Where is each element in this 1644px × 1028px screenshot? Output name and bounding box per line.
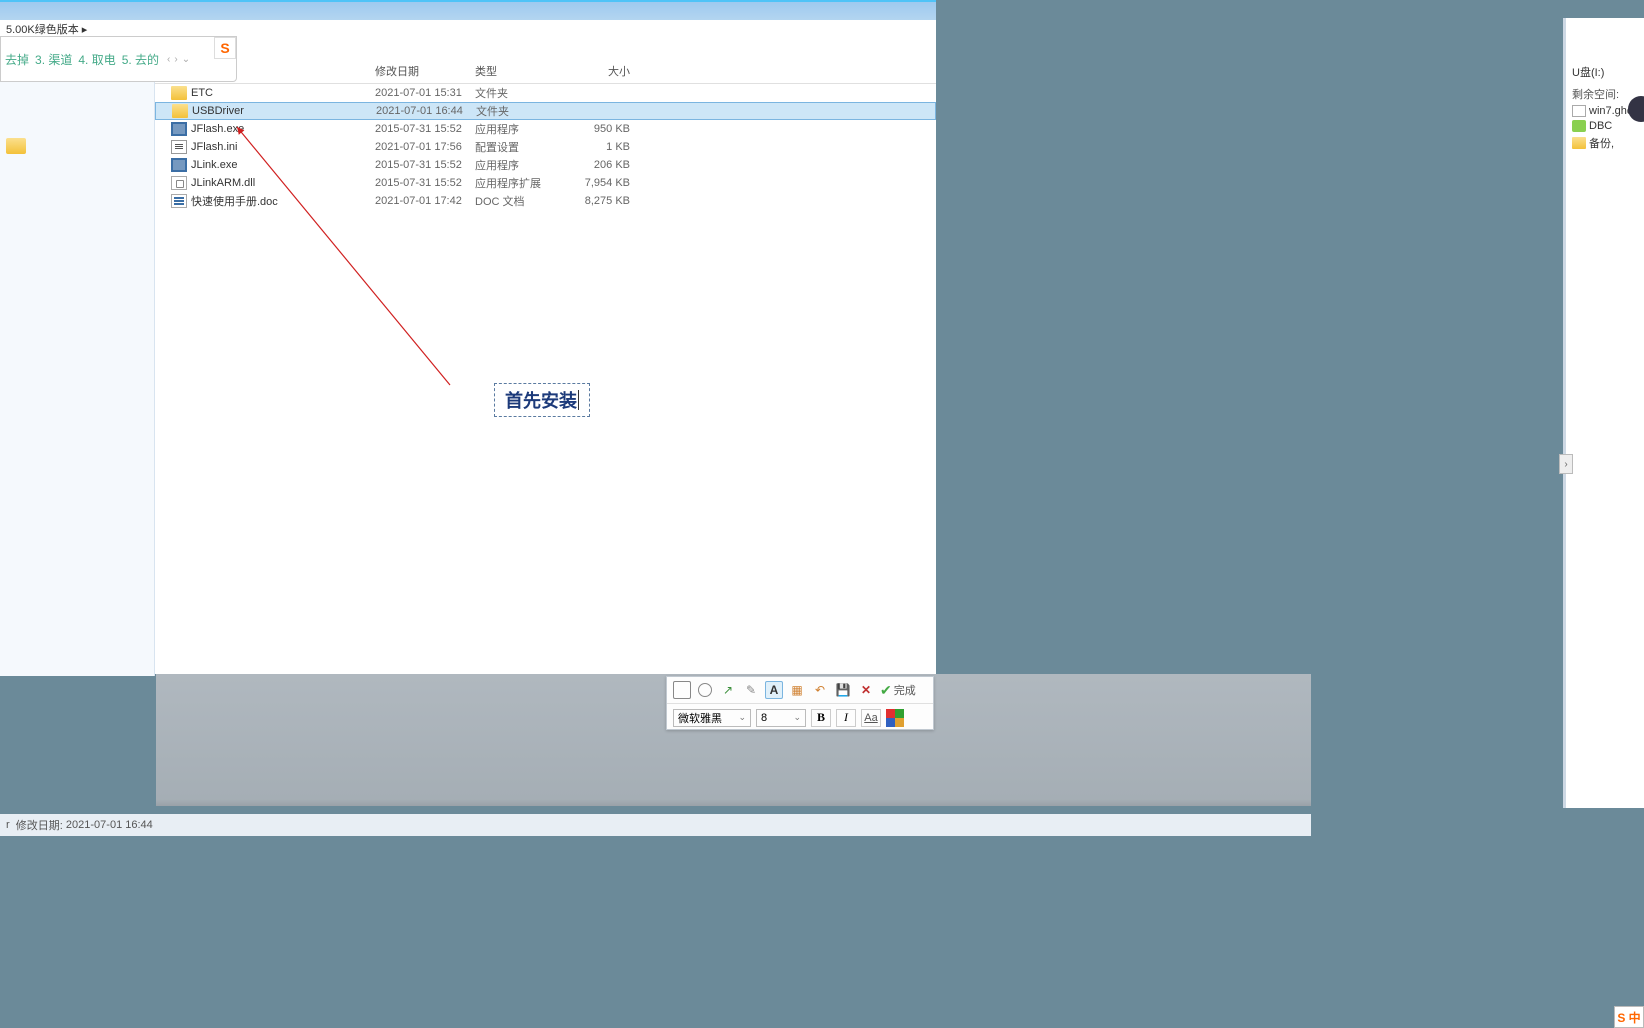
col-date[interactable]: 修改日期 [375,63,475,79]
folder-icon [172,104,188,118]
exe-icon [171,158,187,172]
column-headers[interactable]: 名称 修改日期 类型 大小 [155,38,936,84]
file-row[interactable]: ETC 2021-07-01 15:31文件夹 [155,84,936,102]
ime-float-indicator[interactable]: S 中 [1614,1006,1644,1028]
annotation-text: 首先安装 [505,387,577,413]
nav-pane[interactable] [0,38,155,676]
annotation-text-box[interactable]: 首先安装 [494,383,590,417]
drive-item-label: win7.gho [1589,105,1633,117]
status-date: 2021-07-01 16:44 [66,819,153,831]
file-date: 2021-07-01 16:44 [376,105,476,117]
tool-rect[interactable] [673,681,691,699]
case-button[interactable]: Aa [861,709,881,727]
check-icon: ✔ [880,682,892,699]
drive-item-label: DBC [1589,120,1612,132]
dbc-icon [1572,120,1586,132]
window-title-bar[interactable] [0,2,936,20]
file-date: 2021-07-01 17:42 [375,195,475,207]
ime-candidate-bar[interactable]: 去掉 3. 渠道 4. 取电 5. 去的 ‹ › ⌄ S [0,36,237,82]
bold-button[interactable]: B [811,709,831,727]
file-type: DOC 文档 [475,193,575,209]
italic-button[interactable]: I [836,709,856,727]
file-date: 2015-07-31 15:52 [375,177,475,189]
tool-oval[interactable] [696,681,714,699]
file-type: 应用程序 [475,121,575,137]
explorer-window: 5.00K绿色版本 ▸ 名称 修改日期 类型 大小 ETC 2021-07-01 … [0,0,936,674]
file-name: JFlash.exe [191,123,244,135]
bak-icon [1572,137,1586,149]
screenshot-toolbar: ↗ ✎ A ▦ ↶ 💾 ✕ ✔完成 微软雅黑⌄ 8⌄ B I Aa [666,676,934,730]
drive-item-label: 备份, [1589,135,1614,151]
file-name: 快速使用手册.doc [191,193,278,209]
status-selected: r [6,819,10,831]
ime-candidate[interactable]: 去掉 [5,53,29,67]
file-size: 1 KB [575,141,640,153]
tool-done[interactable]: ✔完成 [880,682,916,699]
drive-title: U盘(I:) [1566,18,1644,80]
file-name: JLinkARM.dll [191,177,255,189]
file-size: 950 KB [575,123,640,135]
dll-icon [171,176,187,190]
file-date: 2015-07-31 15:52 [375,123,475,135]
gho-icon [1572,105,1586,117]
file-row[interactable]: 快速使用手册.doc 2021-07-01 17:42DOC 文档8,275 KB [155,192,936,210]
sogou-icon[interactable]: S [214,37,236,59]
file-type: 应用程序 [475,157,575,173]
file-type: 应用程序扩展 [475,175,575,191]
tool-undo[interactable]: ↶ [811,681,829,699]
ime-candidate[interactable]: 5. 去的 [122,53,159,67]
folder-icon [171,86,187,100]
text-caret [578,390,579,410]
ime-candidate[interactable]: 4. 取电 [78,53,115,67]
ime-prev-icon[interactable]: ‹ [167,54,170,65]
col-type[interactable]: 类型 [475,63,575,79]
file-name: JFlash.ini [191,141,237,153]
file-type: 配置设置 [475,139,575,155]
ime-more-icon[interactable]: ⌄ [182,54,190,65]
file-row[interactable]: JLink.exe 2015-07-31 15:52应用程序206 KB [155,156,936,174]
file-date: 2021-07-01 17:56 [375,141,475,153]
tool-save[interactable]: 💾 [834,681,852,699]
chevron-down-icon: ⌄ [738,712,746,723]
file-name: USBDriver [192,105,244,117]
file-row[interactable]: JFlash.exe 2015-07-31 15:52应用程序950 KB [155,120,936,138]
tool-cancel[interactable]: ✕ [857,681,875,699]
pane-toggle[interactable]: › [1559,454,1573,474]
file-row[interactable]: JLinkARM.dll 2015-07-31 15:52应用程序扩展7,954 … [155,174,936,192]
color-picker[interactable] [886,709,904,727]
tool-blur[interactable]: ▦ [788,681,806,699]
tool-arrow[interactable]: ↗ [719,681,737,699]
drive-item[interactable]: 备份, [1566,132,1644,151]
status-date-label: 修改日期: [16,817,63,833]
file-date: 2021-07-01 15:31 [375,87,475,99]
ime-candidate[interactable]: 3. 渠道 [35,53,72,67]
file-type: 文件夹 [476,103,576,119]
ime-next-icon[interactable]: › [174,54,177,65]
chevron-down-icon: ⌄ [793,712,801,723]
preview-pane: U盘(I:) 剩余空间: win7.ghoDBC备份, › [1566,18,1644,808]
status-bar: r 修改日期: 2021-07-01 16:44 [0,814,1311,836]
file-size: 8,275 KB [575,195,640,207]
address-path: 5.00K绿色版本 ▸ [6,21,87,37]
exe-icon [171,122,187,136]
file-name: ETC [191,87,213,99]
col-size[interactable]: 大小 [575,63,640,79]
tool-text[interactable]: A [765,681,783,699]
file-row[interactable]: JFlash.ini 2021-07-01 17:56配置设置1 KB [155,138,936,156]
file-list-area: 名称 修改日期 类型 大小 ETC2021-07-01 15:31文件夹USBD… [155,38,936,674]
tool-brush[interactable]: ✎ [742,681,760,699]
file-date: 2015-07-31 15:52 [375,159,475,171]
file-row[interactable]: USBDriver 2021-07-01 16:44文件夹 [155,102,936,120]
file-size: 7,954 KB [575,177,640,189]
doc-icon [171,194,187,208]
file-type: 文件夹 [475,85,575,101]
file-size: 206 KB [575,159,640,171]
font-select[interactable]: 微软雅黑⌄ [673,709,751,727]
ini-icon [171,140,187,154]
font-size-select[interactable]: 8⌄ [756,709,806,727]
file-name: JLink.exe [191,159,237,171]
